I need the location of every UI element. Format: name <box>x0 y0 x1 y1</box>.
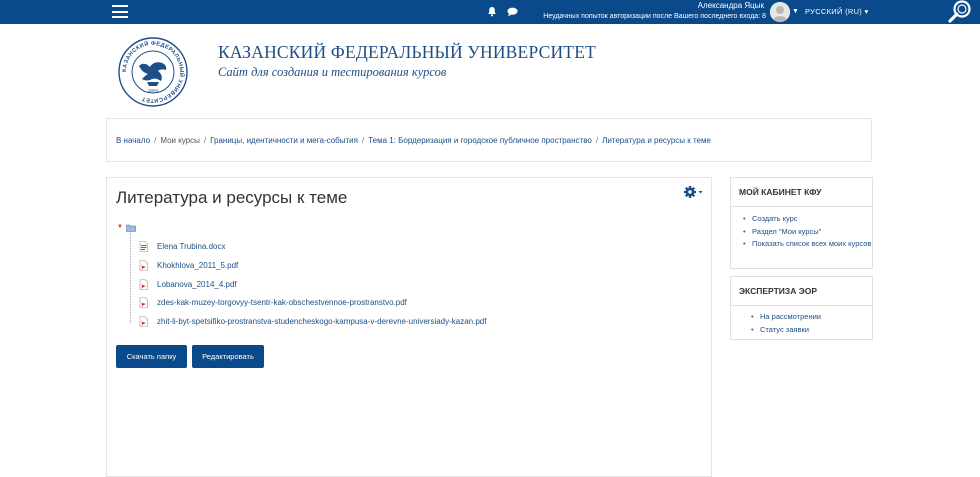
user-menu-caret-icon[interactable]: ▼ <box>792 8 799 15</box>
language-menu[interactable]: РУССКИЙ (RU) ▾ <box>805 7 869 16</box>
pdf-file-icon <box>139 316 148 327</box>
breadcrumb-separator: / <box>595 136 599 145</box>
edit-button[interactable]: Редактировать <box>192 345 264 368</box>
gear-icon[interactable] <box>684 185 704 199</box>
docx-file-icon <box>139 241 148 252</box>
failed-login-note: Неудачных попыток авторизации после Ваше… <box>543 13 766 20</box>
file-name[interactable]: Khokhlova_2011_5.pdf <box>157 261 238 270</box>
file-name[interactable]: Elena Trubina.docx <box>157 242 226 251</box>
block-my-cabinet-list: • Создать курс • Раздел "Мои курсы" • Показат… <box>731 207 872 251</box>
tree-connector <box>130 233 137 323</box>
block-link-label[interactable]: Показать список всех моих курсов <box>752 239 871 248</box>
logo-year: 1804 <box>148 88 159 93</box>
block-title: ЭКСПЕРТИЗА ЭОР <box>731 277 872 306</box>
pdf-file-icon <box>139 260 148 271</box>
breadcrumb-topic[interactable]: Тема 1: Бордеризация и городское публичн… <box>368 136 592 145</box>
block-link[interactable]: • Раздел "Мои курсы" <box>743 226 872 239</box>
breadcrumb-separator: / <box>203 136 207 145</box>
kfu-logo: КАЗАНСКИЙ ФЕДЕРАЛЬНЫЙ УНИВЕРСИТЕТ 1804 <box>118 37 188 107</box>
block-link[interactable]: • Статус заявки <box>751 324 872 337</box>
bullet-icon: • <box>743 239 746 248</box>
block-eor-expertise: ЭКСПЕРТИЗА ЭОР • На рассмотрении • Статус з… <box>730 276 873 340</box>
breadcrumb-my-courses: Мои курсы <box>160 136 200 145</box>
block-link-label[interactable]: На рассмотрении <box>760 312 821 321</box>
tree-collapse-icon[interactable]: ▼ <box>117 224 123 230</box>
search-icon[interactable] <box>947 0 973 24</box>
block-link[interactable]: • Показать список всех моих курсов <box>743 238 872 251</box>
download-folder-button[interactable]: Скачать папку <box>116 345 187 368</box>
pdf-file-icon <box>139 297 148 308</box>
breadcrumb-separator: / <box>361 136 365 145</box>
file-name[interactable]: Lobanova_2014_4.pdf <box>157 280 237 289</box>
bullet-icon: • <box>751 312 754 321</box>
site-subtitle: Сайт для создания и тестирования курсов <box>218 65 447 79</box>
bullet-icon: • <box>743 214 746 223</box>
block-link-label[interactable]: Создать курс <box>752 214 798 223</box>
file-name[interactable]: zdes-kak-muzey-torgovyy-tsentr-kak-obsch… <box>157 298 407 307</box>
block-link[interactable]: • Создать курс <box>743 213 872 226</box>
block-title: МОЙ КАБИНЕТ КФУ <box>731 178 872 207</box>
breadcrumb-course[interactable]: Границы, идентичности и мега-события <box>210 136 358 145</box>
block-link-label[interactable]: Раздел "Мои курсы" <box>752 227 821 236</box>
block-link[interactable]: • На рассмотрении <box>751 311 872 324</box>
page-title: Литература и ресурсы к теме <box>116 188 348 207</box>
user-avatar[interactable] <box>770 2 790 22</box>
pdf-file-icon <box>139 279 148 290</box>
block-link-label[interactable]: Статус заявки <box>760 325 809 334</box>
folder-icon <box>126 224 136 232</box>
breadcrumb: В начало / Мои курсы / Границы, идентичности… <box>116 136 711 145</box>
language-label: РУССКИЙ (RU) <box>805 7 863 16</box>
file-name[interactable]: zhit-li-byt-spetsifiko-prostranstva-stud… <box>157 317 486 326</box>
breadcrumb-home[interactable]: В начало <box>116 136 150 145</box>
bullet-icon: • <box>751 324 754 334</box>
block-eor-expertise-list: • На рассмотрении • Статус заявки <box>731 306 872 336</box>
breadcrumb-current[interactable]: Литература и ресурсы к теме <box>602 136 711 145</box>
avatar-silhouette-icon <box>770 2 790 22</box>
university-name[interactable]: КАЗАНСКИЙ ФЕДЕРАЛЬНЫЙ УНИВЕРСИТЕТ <box>218 42 596 63</box>
bullet-icon: • <box>743 226 746 236</box>
breadcrumb-separator: / <box>154 136 157 145</box>
block-my-cabinet: МОЙ КАБИНЕТ КФУ • Создать курс • Раздел "Мо… <box>730 177 873 269</box>
main-content-panel <box>106 177 712 477</box>
menu-icon[interactable] <box>112 5 128 18</box>
user-name[interactable]: Александра Яцык <box>640 1 764 10</box>
